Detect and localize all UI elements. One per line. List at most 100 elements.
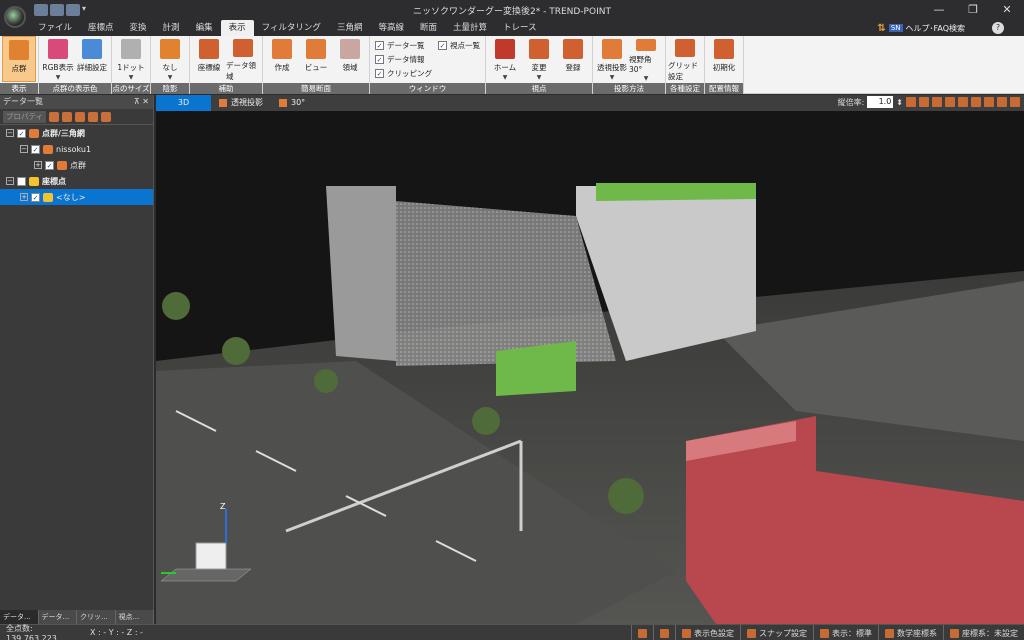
view-icon[interactable] <box>958 97 968 107</box>
view-icon[interactable] <box>932 97 942 107</box>
ribbon-button[interactable]: 詳細設定 <box>75 36 109 82</box>
expand-icon[interactable]: + <box>20 193 28 201</box>
sort-icon[interactable]: ⇅ <box>877 23 885 34</box>
status-item[interactable]: スナップ設定 <box>740 625 813 640</box>
tool-icon[interactable] <box>75 111 86 122</box>
menu-tab[interactable]: 計測 <box>155 20 188 36</box>
window-checkbox[interactable]: ✓ 視点一覧 <box>438 39 480 51</box>
property-button[interactable]: プロパティ <box>3 110 47 123</box>
ribbon-button[interactable]: グリッド設定 <box>668 36 702 82</box>
visibility-checkbox[interactable]: ✓ <box>17 128 26 138</box>
ribbon-button[interactable]: ホーム ▼ <box>488 36 522 82</box>
ribbon-button[interactable]: 1ドット ▼ <box>114 36 148 82</box>
undo-icon[interactable] <box>34 4 48 16</box>
status-tool-icon[interactable] <box>660 628 669 638</box>
menu-tab[interactable]: 表示 <box>220 20 254 36</box>
window-checkbox[interactable]: ✓ データ一覧 <box>375 39 432 51</box>
visibility-checkbox[interactable] <box>17 176 26 186</box>
tree-item[interactable]: + ✓ <なし> <box>0 189 153 205</box>
fov-tab[interactable]: 30° <box>271 95 313 111</box>
tool-icon[interactable] <box>49 111 60 122</box>
spinner-icon[interactable]: ⬍ <box>896 98 903 107</box>
menu-tab[interactable]: トレース <box>495 20 545 36</box>
tool-icon[interactable] <box>88 111 99 122</box>
qat-dropdown-icon[interactable]: ▾ <box>82 4 90 16</box>
help-search[interactable]: ⇅ SN ヘルプ･FAQ検索 ? <box>877 22 1004 34</box>
status-tool[interactable] <box>653 625 675 640</box>
expand-icon[interactable]: + <box>34 161 42 169</box>
menu-tab[interactable]: 三角網 <box>329 20 371 36</box>
tree-item[interactable]: − ✓ 点群/三角網 <box>0 125 153 141</box>
window-checkbox[interactable]: ✓ データ情報 <box>375 53 432 65</box>
ribbon-button-label: 詳細設定 <box>77 63 107 72</box>
tree-item[interactable]: + ✓ 点群 <box>0 157 153 173</box>
ribbon-button-label: 視野角30° <box>629 55 652 74</box>
3d-viewport[interactable]: Z <box>156 111 1024 624</box>
ribbon-button[interactable]: 作成 <box>265 36 299 82</box>
projection-tab[interactable]: 透視投影 <box>211 95 271 111</box>
view-icon[interactable] <box>997 97 1007 107</box>
vertical-scale-label: 縦倍率: <box>837 97 865 107</box>
expand-icon[interactable]: − <box>6 129 14 137</box>
menu-tab[interactable]: 等高線 <box>370 20 412 36</box>
ribbon-button-icon <box>121 39 141 59</box>
view-icon[interactable] <box>1010 97 1020 107</box>
ribbon-button[interactable]: 透視投影 ▼ <box>595 36 629 82</box>
view-icon[interactable] <box>984 97 994 107</box>
menu-tab[interactable]: ファイル <box>30 20 80 36</box>
close-button[interactable]: ✕ <box>990 0 1024 20</box>
save-icon[interactable] <box>66 4 80 16</box>
help-faq-link[interactable]: ヘルプ･FAQ検索 <box>906 23 966 34</box>
ribbon-button[interactable]: 視野角30° ▼ <box>629 36 663 82</box>
redo-icon[interactable] <box>50 4 64 16</box>
view-icon[interactable] <box>919 97 929 107</box>
status-item[interactable]: 数学座標系 <box>878 625 943 640</box>
menu-tab[interactable]: 編集 <box>188 20 221 36</box>
ribbon-button[interactable]: 領域 <box>333 36 367 82</box>
status-item[interactable]: 座標系：未設定 <box>943 625 1024 640</box>
tree-item[interactable]: − 座標点 <box>0 173 153 189</box>
menu-tab[interactable]: 土量計算 <box>445 20 495 36</box>
status-tool-icon[interactable] <box>638 628 647 638</box>
panel-tab[interactable]: 視点... <box>116 610 154 624</box>
tree-item[interactable]: − ✓ nissoku1 <box>0 141 153 157</box>
status-item[interactable]: 表示色設定 <box>675 625 740 640</box>
visibility-checkbox[interactable]: ✓ <box>45 160 54 170</box>
view-icon[interactable] <box>945 97 955 107</box>
window-checkbox[interactable]: ✓ クリッピング <box>375 67 432 79</box>
maximize-button[interactable]: ❐ <box>956 0 990 20</box>
ribbon-button-label: 座標線 <box>197 63 221 72</box>
status-item[interactable]: 表示：標準 <box>813 625 878 640</box>
tool-icon[interactable] <box>62 111 73 122</box>
view-icon[interactable] <box>971 97 981 107</box>
tool-icon[interactable] <box>101 111 112 122</box>
data-list-panel: データ一覧 ⊼ ✕ プロパティ − ✓ 点群/三角網 − ✓ nissoku1 + ✓ 点群 − 座… <box>0 95 154 624</box>
ribbon-button-icon <box>714 39 734 59</box>
expand-icon[interactable]: − <box>20 145 28 153</box>
ribbon-button[interactable]: 初期化 <box>707 36 741 82</box>
ribbon-button[interactable]: 登録 <box>556 36 590 82</box>
expand-icon[interactable]: − <box>6 177 14 185</box>
visibility-checkbox[interactable]: ✓ <box>31 192 40 202</box>
menu-tab[interactable]: 座標点 <box>80 20 122 36</box>
vertical-scale-input[interactable]: 1.0 <box>867 96 894 108</box>
ribbon-button[interactable]: 点群 <box>2 36 36 82</box>
home-view-icon[interactable] <box>906 97 916 107</box>
menu-tab[interactable]: 断面 <box>412 20 445 36</box>
view-3d-tab[interactable]: 3D <box>156 95 211 111</box>
ribbon-button[interactable]: RGB表示 ▼ <box>41 36 75 82</box>
minimize-button[interactable]: — <box>922 0 956 20</box>
ribbon-button[interactable]: なし ▼ <box>153 36 187 82</box>
help-question-icon[interactable]: ? <box>992 22 1004 34</box>
status-tool[interactable] <box>631 625 653 640</box>
ribbon-button[interactable]: 変更 ▼ <box>522 36 556 82</box>
tree <box>222 337 250 365</box>
menu-tab[interactable]: フィルタリング <box>254 20 329 36</box>
visibility-checkbox[interactable]: ✓ <box>31 144 40 154</box>
ribbon-button[interactable]: ビュー <box>299 36 333 82</box>
panel-pin-close[interactable]: ⊼ ✕ <box>134 95 149 109</box>
app-logo-icon[interactable] <box>4 6 26 28</box>
menu-tab[interactable]: 変換 <box>122 20 155 36</box>
ribbon-button[interactable]: 座標線 <box>192 36 226 82</box>
ribbon-button[interactable]: データ領域 <box>226 36 260 82</box>
